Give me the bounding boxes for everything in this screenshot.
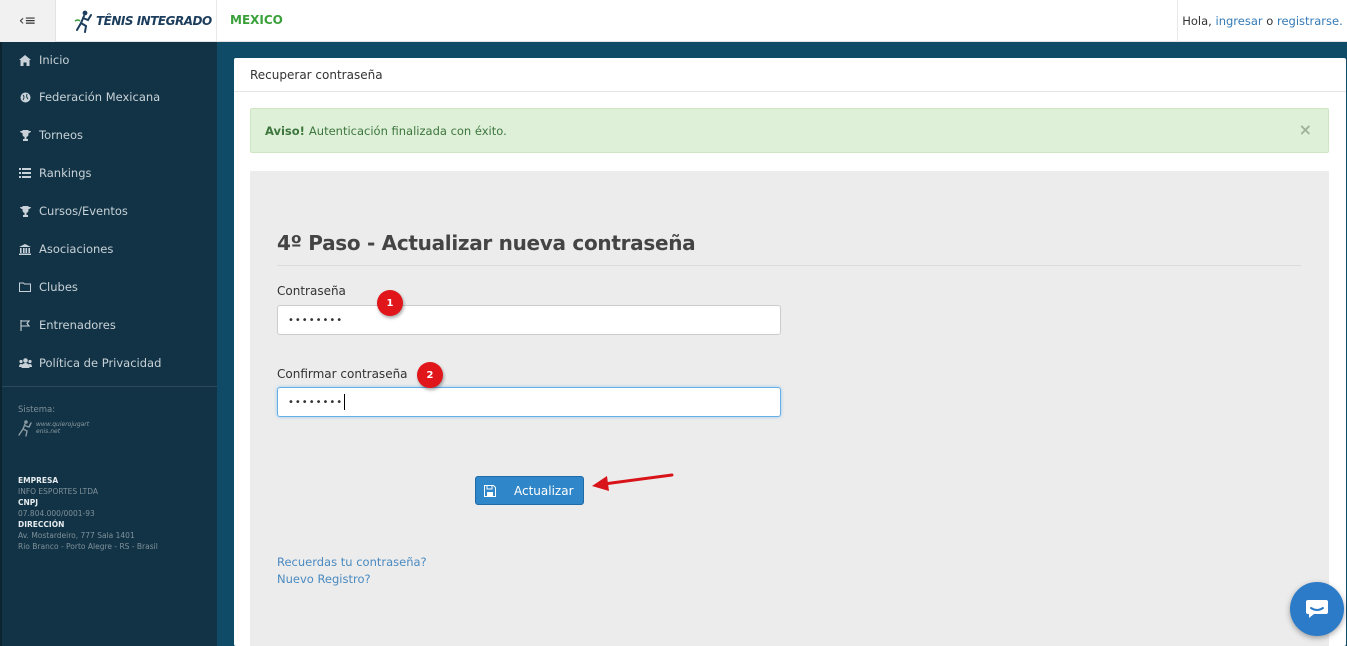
sidebar-item-clubes[interactable]: Clubes xyxy=(2,268,217,306)
menu-collapse-icon: ‹≡ xyxy=(18,13,37,29)
annotation-arrow-icon xyxy=(592,473,674,491)
tennis-player-icon xyxy=(18,420,32,437)
folder-icon xyxy=(18,282,32,292)
direccion-line-1: Av. Mostardeiro, 777 Sala 1401 xyxy=(18,531,135,540)
sidebar-item-label: Asociaciones xyxy=(39,242,114,256)
direccion-line-2: Rio Branco - Porto Alegre - RS - Brasil xyxy=(18,542,158,551)
sidebar-item-cursos[interactable]: Cursos/Eventos xyxy=(2,192,217,230)
empresa-value: INFO ESPORTES LTDA xyxy=(18,487,98,496)
password-field[interactable]: •••••••• xyxy=(277,305,781,335)
chat-button[interactable] xyxy=(1290,582,1344,636)
system-logo-text: www.quierojugartenis.net xyxy=(36,421,90,435)
sidebar-item-label: Cursos/Eventos xyxy=(39,204,128,218)
update-button-label: Actualizar xyxy=(514,483,574,498)
forgot-password-link[interactable]: Recuerdas tu contraseña? xyxy=(277,555,427,569)
globe-icon xyxy=(18,92,32,103)
home-icon xyxy=(18,54,32,66)
top-bar: ‹≡ TÊNIS INTEGRADO MEXICO Hola, ingresar… xyxy=(0,0,1347,42)
password-label: Contraseña xyxy=(277,284,346,298)
text-caret xyxy=(344,394,346,410)
login-link[interactable]: ingresar xyxy=(1216,14,1263,28)
sidebar-item-label: Entrenadores xyxy=(39,318,116,332)
sidebar-item-inicio[interactable]: Inicio xyxy=(2,42,217,78)
greeting-text: Hola, xyxy=(1182,14,1212,28)
sidebar-nav: Inicio Federación Mexicana Torneos Ranki… xyxy=(2,42,217,382)
sidebar-item-asociaciones[interactable]: Asociaciones xyxy=(2,230,217,268)
annotation-badge-1: 1 xyxy=(377,290,403,316)
sidebar-item-label: Rankings xyxy=(39,166,92,180)
institution-icon xyxy=(18,243,32,255)
sidebar-item-federacion[interactable]: Federación Mexicana xyxy=(2,78,217,116)
sidebar: Inicio Federación Mexicana Torneos Ranki… xyxy=(0,42,217,646)
annotation-badge-2: 2 xyxy=(417,362,443,388)
sidebar-item-label: Federación Mexicana xyxy=(39,90,161,104)
alert-text: Autenticación finalizada con éxito. xyxy=(308,123,507,138)
sidebar-item-label: Torneos xyxy=(39,128,84,142)
system-logo[interactable]: www.quierojugartenis.net xyxy=(2,415,217,437)
system-label: Sistema: xyxy=(18,405,56,415)
success-alert: Aviso! Autenticación finalizada con éxit… xyxy=(250,108,1329,153)
user-greeting: Hola, ingresar o registrarse. xyxy=(1177,0,1347,42)
sidebar-item-rankings[interactable]: Rankings xyxy=(2,154,217,192)
users-icon xyxy=(18,358,32,368)
confirm-password-label: Confirmar contraseña xyxy=(277,367,408,381)
list-icon xyxy=(18,168,32,178)
brand-logo[interactable]: TÊNIS INTEGRADO xyxy=(56,0,217,42)
empresa-label: EMPRESA xyxy=(18,476,59,485)
or-text: o xyxy=(1266,14,1274,28)
title-divider xyxy=(277,265,1301,266)
sidebar-item-privacidad[interactable]: Política de Privacidad xyxy=(2,344,217,382)
sidebar-item-label: Inicio xyxy=(39,53,70,67)
form-title: 4º Paso - Actualizar nueva contraseña xyxy=(277,231,696,255)
brand-name: TÊNIS INTEGRADO xyxy=(96,14,212,28)
country-label[interactable]: MEXICO xyxy=(230,13,283,27)
direccion-label: DIRECCIÓN xyxy=(18,520,65,529)
floppy-disk-icon xyxy=(484,484,496,497)
sidebar-item-entrenadores[interactable]: Entrenadores xyxy=(2,306,217,344)
cnpj-value: 07.804.000/0001-93 xyxy=(18,509,95,518)
update-button[interactable]: Actualizar xyxy=(475,476,584,505)
company-info: EMPRESA INFO ESPORTES LTDA CNPJ 07.804.0… xyxy=(2,437,217,552)
sidebar-item-label: Política de Privacidad xyxy=(39,356,162,370)
confirm-password-value: •••••••• xyxy=(288,396,344,408)
form-panel: 4º Paso - Actualizar nueva contraseña Co… xyxy=(250,171,1329,646)
chat-icon xyxy=(1306,600,1328,618)
tennis-player-icon xyxy=(74,10,92,33)
trophy-icon xyxy=(18,205,32,217)
alert-strong: Aviso! xyxy=(265,123,305,138)
sidebar-item-label: Clubes xyxy=(39,280,78,294)
sidebar-item-torneos[interactable]: Torneos xyxy=(2,116,217,154)
new-register-link[interactable]: Nuevo Registro? xyxy=(277,572,371,586)
flag-icon xyxy=(18,319,32,331)
confirm-password-field[interactable]: •••••••• xyxy=(277,387,781,417)
close-icon[interactable]: × xyxy=(1299,122,1312,138)
register-link[interactable]: registrarse. xyxy=(1277,14,1343,28)
password-value: •••••••• xyxy=(288,314,344,326)
main-content: Recuperar contraseña Aviso! Autenticació… xyxy=(234,58,1346,646)
sidebar-toggle-button[interactable]: ‹≡ xyxy=(0,0,56,42)
trophy-icon xyxy=(18,129,32,141)
cnpj-label: CNPJ xyxy=(18,498,39,507)
page-title: Recuperar contraseña xyxy=(234,58,1346,92)
